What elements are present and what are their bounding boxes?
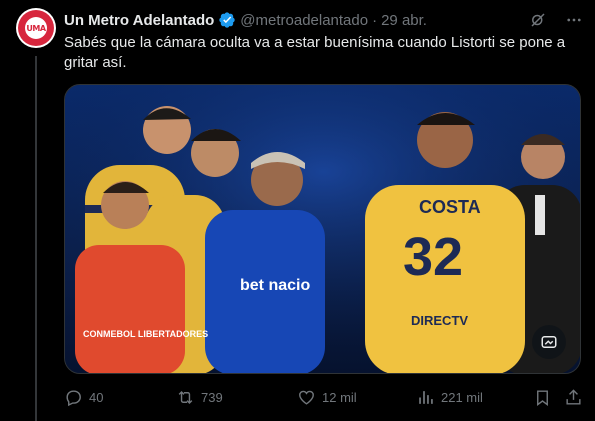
verified-icon[interactable] [218, 11, 236, 29]
avatar[interactable]: UMA [16, 8, 56, 48]
separator-dot: · [372, 11, 378, 29]
repost-icon [178, 390, 193, 404]
like-count: 12 mil [322, 389, 357, 405]
alt-text-icon[interactable] [532, 325, 566, 359]
author-handle[interactable]: @metroadelantado [240, 12, 368, 29]
jersey-name: COSTA [419, 197, 481, 217]
author-name[interactable]: Un Metro Adelantado [64, 12, 214, 29]
reply-icon [66, 389, 81, 406]
tweet-actions: 40 739 12 mil 221 mil [64, 386, 584, 408]
more-icon[interactable] [564, 10, 584, 30]
share-button[interactable] [564, 388, 583, 407]
avatar-logo-text: UMA [25, 17, 47, 39]
sponsor-right-text: DIRECTV [411, 313, 468, 328]
tweet-photo[interactable]: bet nacio CONMEBOL LIBERTADORES COSTA 32… [64, 84, 581, 374]
share-icon [566, 388, 581, 405]
views-icon [419, 390, 433, 404]
repost-count: 739 [201, 389, 223, 405]
jersey-number: 32 [403, 227, 463, 287]
thread-line [35, 56, 37, 421]
grok-icon[interactable] [528, 10, 548, 30]
reply-count: 40 [89, 389, 104, 405]
avatar-ring: UMA [18, 10, 54, 46]
tweet-date[interactable]: 29 abr. [381, 12, 427, 29]
bookmark-button[interactable] [533, 388, 552, 407]
bib-text: CONMEBOL LIBERTADORES [83, 329, 208, 339]
reply-button[interactable]: 40 [64, 388, 103, 407]
repost-button[interactable]: 739 [176, 388, 223, 407]
sponsor-left-text: bet nacio [240, 277, 310, 294]
tweet-header: Un Metro Adelantado @metroadelantado · 2… [64, 10, 584, 30]
like-icon [299, 390, 314, 405]
tweet-text: Sabés que la cámara oculta va a estar bu… [64, 34, 566, 71]
views-count: 221 mil [441, 389, 483, 405]
like-button[interactable]: 12 mil [297, 388, 357, 407]
photo-scene: bet nacio CONMEBOL LIBERTADORES COSTA 32… [65, 85, 580, 373]
bookmark-icon [537, 389, 548, 406]
views-button[interactable]: 221 mil [416, 388, 483, 407]
